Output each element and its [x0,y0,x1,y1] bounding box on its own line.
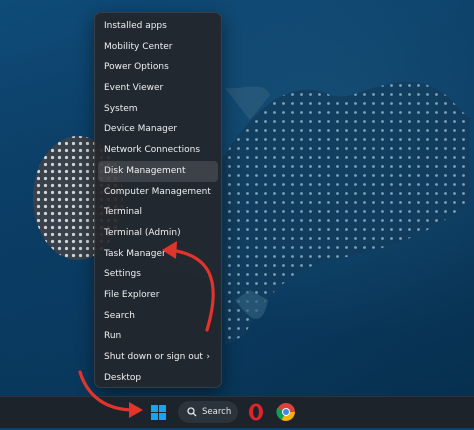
menu-item-power-options[interactable]: Power Options [98,57,218,78]
start-button[interactable] [145,399,172,426]
chrome-icon[interactable] [275,401,297,423]
menu-item-label: Search [104,310,135,321]
windows-start-icon [151,405,166,420]
menu-item-file-explorer[interactable]: File Explorer [98,285,218,306]
menu-item-terminal[interactable]: Terminal [98,202,218,223]
menu-item-system[interactable]: System [98,99,218,120]
whale-shark-wallpaper [33,81,470,345]
menu-item-label: File Explorer [104,289,160,300]
menu-item-label: Disk Management [104,165,186,176]
menu-item-network-connections[interactable]: Network Connections [98,140,218,161]
search-label: Search [202,407,232,417]
menu-item-label: Terminal [104,207,143,218]
menu-item-label: Power Options [104,62,169,73]
menu-item-mobility-center[interactable]: Mobility Center [98,37,218,58]
menu-item-label: Event Viewer [104,83,164,94]
menu-item-run[interactable]: Run [98,326,218,347]
menu-item-label: Shut down or sign out [104,352,203,362]
search-icon [187,407,197,417]
menu-item-desktop[interactable]: Desktop [98,368,218,389]
menu-item-label: Mobility Center [104,41,173,52]
menu-item-label: Device Manager [104,124,178,135]
menu-item-label: Desktop [104,372,142,383]
menu-item-device-manager[interactable]: Device Manager [98,119,218,140]
menu-item-task-manager[interactable]: Task Manager [98,244,218,265]
menu-item-computer-management[interactable]: Computer Management [98,182,218,203]
winx-context-menu: Installed apps Mobility Center Power Opt… [94,12,222,388]
desktop-wallpaper [0,0,474,396]
menu-item-label: Terminal (Admin) [104,227,181,238]
taskbar-search-button[interactable]: Search [178,401,238,423]
menu-item-label: System [104,103,138,114]
chevron-right-icon: › [206,352,210,362]
menu-item-label: Run [104,331,122,342]
taskbar: Search [0,396,474,428]
opera-icon[interactable] [246,402,266,422]
menu-item-search[interactable]: Search [98,306,218,327]
menu-item-settings[interactable]: Settings [98,264,218,285]
menu-item-installed-apps[interactable]: Installed apps [98,16,218,37]
menu-item-label: Settings [104,269,141,280]
menu-item-label: Task Manager [104,248,166,259]
menu-item-event-viewer[interactable]: Event Viewer [98,78,218,99]
menu-item-label: Installed apps [104,21,167,31]
menu-item-label: Computer Management [104,186,211,197]
menu-item-shut-down-or-sign-out[interactable]: Shut down or sign out › [98,347,218,368]
menu-item-terminal-admin[interactable]: Terminal (Admin) [98,223,218,244]
menu-item-disk-management[interactable]: Disk Management [98,160,218,182]
menu-item-label: Network Connections [104,145,201,156]
